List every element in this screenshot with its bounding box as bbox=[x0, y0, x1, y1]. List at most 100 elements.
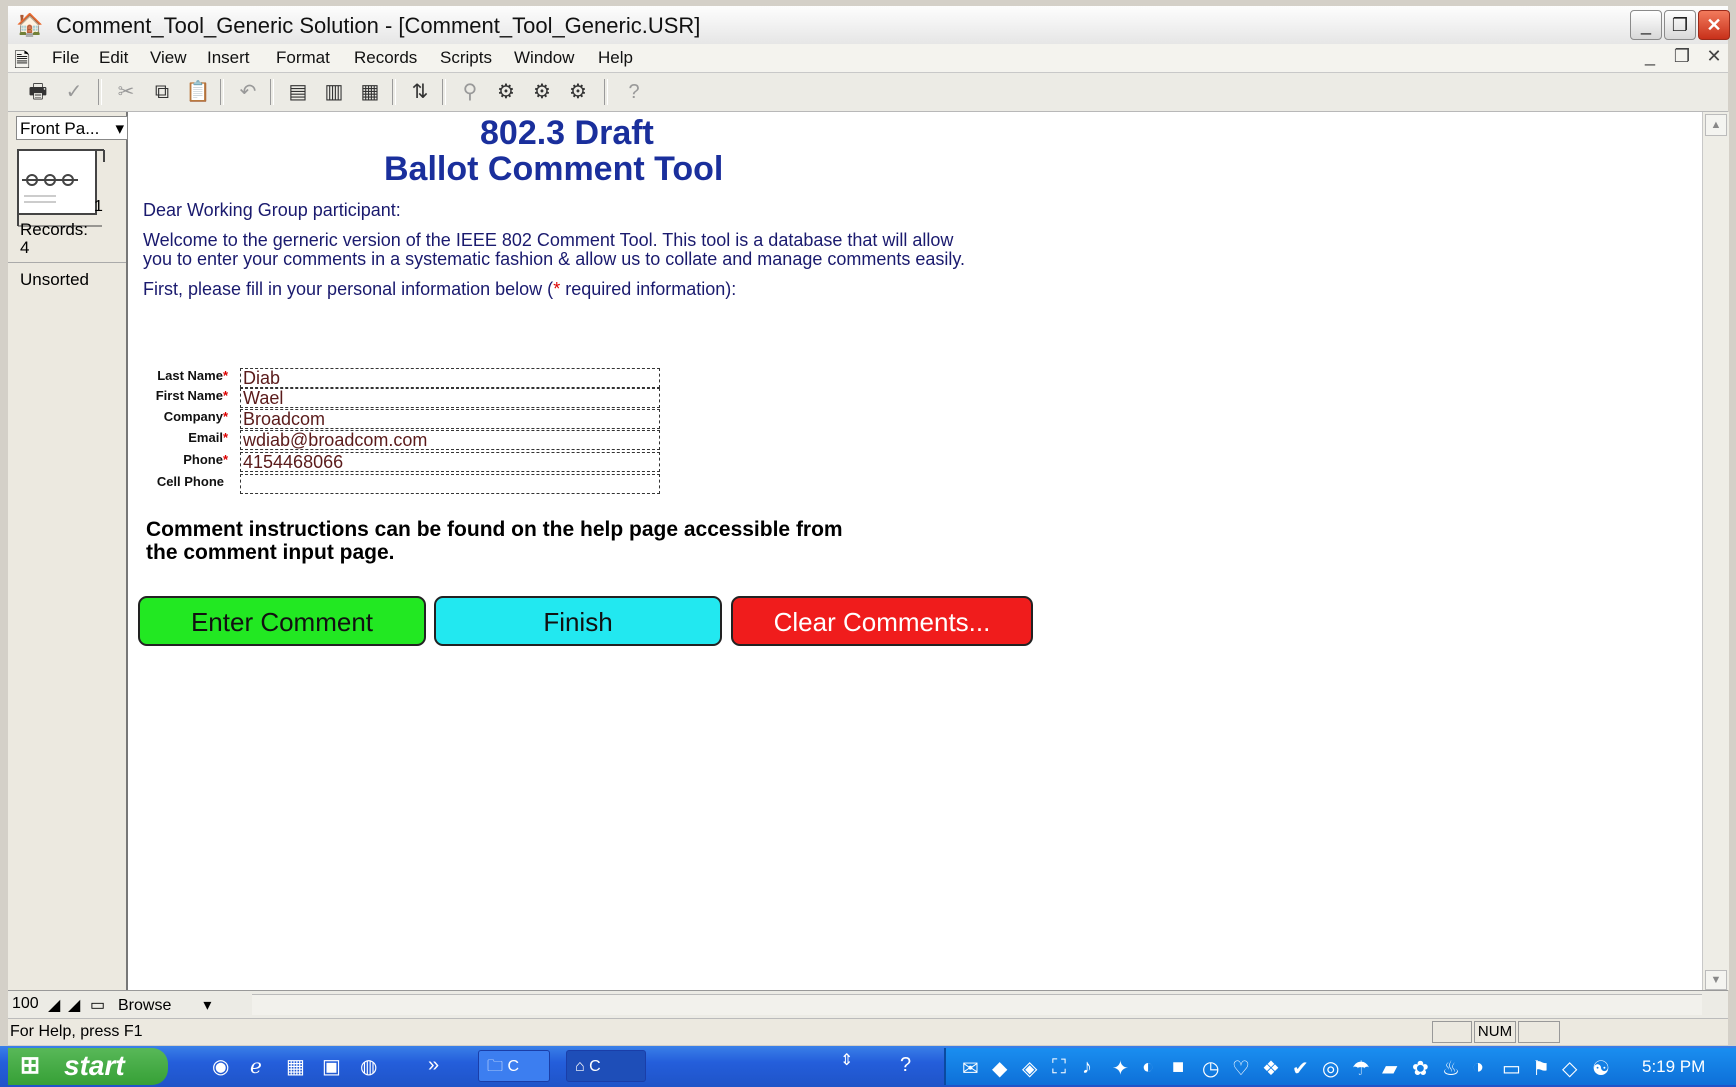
status-area-toggle-icon[interactable]: ▭ bbox=[90, 995, 105, 1015]
clock-tray-icon[interactable]: ◷ bbox=[1202, 1056, 1219, 1081]
print-icon[interactable]: 🖶 bbox=[24, 79, 52, 105]
quicklaunch-icon[interactable]: ◉ bbox=[212, 1054, 229, 1079]
delete-record-icon[interactable]: ▦ bbox=[356, 79, 384, 105]
vertical-scrollbar[interactable]: ▲ ▼ bbox=[1702, 112, 1729, 990]
start-label: start bbox=[64, 1050, 125, 1081]
taskbar-item-filemaker[interactable]: ⌂ C bbox=[566, 1050, 646, 1082]
menu-edit[interactable]: Edit bbox=[99, 48, 128, 68]
tray-app-icon[interactable]: ☂ bbox=[1352, 1056, 1370, 1081]
powerpoint-icon[interactable]: ▣ bbox=[322, 1054, 341, 1079]
filemaker-app-icon[interactable]: 🏠 bbox=[16, 12, 44, 38]
menu-records[interactable]: Records bbox=[354, 48, 417, 68]
tray-app-icon[interactable]: ✿ bbox=[1412, 1056, 1429, 1081]
tray-app-icon[interactable]: ♡ bbox=[1232, 1056, 1250, 1081]
record-book-icon[interactable] bbox=[16, 148, 106, 228]
sort-icon[interactable]: ⇅ bbox=[406, 79, 434, 105]
cell-phone-field[interactable] bbox=[240, 474, 660, 494]
finish-button[interactable]: Finish bbox=[434, 596, 722, 646]
num-lock-indicator: NUM bbox=[1474, 1021, 1516, 1043]
network-icon[interactable]: ⛶ bbox=[1052, 1056, 1066, 1079]
firefox-icon[interactable]: ◍ bbox=[360, 1054, 377, 1079]
chevron-down-icon: ▾ bbox=[203, 997, 212, 1014]
undo-icon[interactable]: ↶ bbox=[234, 79, 262, 105]
tray-app-icon[interactable]: ♨ bbox=[1442, 1056, 1460, 1081]
first-name-field[interactable]: Wael bbox=[240, 388, 660, 408]
menu-insert[interactable]: Insert bbox=[207, 48, 250, 68]
tray-app-icon[interactable]: ◑ bbox=[1472, 1056, 1484, 1079]
zoom-level[interactable]: 100 bbox=[12, 995, 39, 1013]
tray-app-icon[interactable]: ◈ bbox=[1022, 1056, 1037, 1081]
tray-app-icon[interactable]: ◎ bbox=[1322, 1056, 1339, 1081]
clock[interactable]: 5:19 PM bbox=[1642, 1057, 1705, 1077]
show-omitted-icon[interactable]: ⚙ bbox=[564, 79, 592, 105]
taskbar-item-folder[interactable]: 🗀 C bbox=[478, 1050, 550, 1082]
tray-app-icon[interactable]: ◐ bbox=[1142, 1056, 1154, 1079]
fill-in-text-end: required information): bbox=[560, 279, 737, 299]
tray-app-icon[interactable]: ❖ bbox=[1262, 1056, 1280, 1081]
duplicate-record-icon[interactable]: ▥ bbox=[320, 79, 348, 105]
tray-app-icon[interactable]: ◆ bbox=[992, 1056, 1007, 1081]
excel-icon[interactable]: ▦ bbox=[286, 1054, 305, 1079]
tray-app-icon[interactable]: ⚑ bbox=[1532, 1056, 1550, 1081]
volume-icon[interactable]: ♪ bbox=[1082, 1056, 1092, 1079]
zoom-in-icon[interactable]: ◢ bbox=[68, 995, 80, 1015]
internet-explorer-icon[interactable]: ℯ bbox=[250, 1054, 262, 1079]
menu-window[interactable]: Window bbox=[514, 48, 574, 68]
menu-file[interactable]: File bbox=[52, 48, 79, 68]
start-button[interactable]: ⊞ start bbox=[8, 1048, 168, 1085]
toolbar-separator bbox=[270, 79, 274, 105]
close-button[interactable]: ✕ bbox=[1698, 10, 1730, 40]
company-field[interactable]: Broadcom bbox=[240, 409, 660, 429]
phone-field[interactable]: 4154468066 bbox=[240, 452, 660, 472]
tray-app-icon[interactable]: ■ bbox=[1172, 1056, 1184, 1079]
scroll-down-arrow-icon[interactable]: ▼ bbox=[1705, 970, 1727, 990]
taskbar-scroll-icon[interactable]: ⇕ bbox=[840, 1050, 853, 1070]
spellcheck-icon[interactable]: ✓ bbox=[60, 79, 88, 105]
toolbar-separator bbox=[98, 79, 102, 105]
mdi-restore-button[interactable]: ❐ bbox=[1670, 46, 1694, 67]
tray-app-icon[interactable]: ✦ bbox=[1112, 1056, 1129, 1081]
help-tray-icon[interactable]: ? bbox=[900, 1054, 911, 1077]
tray-app-icon[interactable]: ✔ bbox=[1292, 1056, 1309, 1081]
windows-logo-icon: ⊞ bbox=[20, 1052, 41, 1079]
first-name-label: First Name* bbox=[155, 388, 228, 403]
paste-icon[interactable]: 📋 bbox=[184, 79, 212, 105]
copy-icon[interactable]: ⧉ bbox=[148, 79, 176, 105]
find-all-icon[interactable]: ⚙ bbox=[492, 79, 520, 105]
email-field[interactable]: wdiab@broadcom.com bbox=[240, 430, 660, 450]
new-record-icon[interactable]: ▤ bbox=[284, 79, 312, 105]
tray-app-icon[interactable]: ◇ bbox=[1562, 1056, 1577, 1081]
menu-help[interactable]: Help bbox=[598, 48, 633, 68]
layout-bottom-bar: 100 ◢ ◢ ▭ Browse ▾ bbox=[8, 990, 1728, 1019]
last-name-field[interactable]: Diab bbox=[240, 368, 660, 388]
tray-app-icon[interactable]: ☯ bbox=[1592, 1056, 1610, 1081]
minimize-button[interactable]: _ bbox=[1630, 10, 1662, 40]
find-icon[interactable]: ⚲ bbox=[456, 79, 484, 105]
status-area: Front Pa... ▾ 1 Records: 4 Unsorted bbox=[8, 112, 128, 992]
omit-icon[interactable]: ⚙ bbox=[528, 79, 556, 105]
clear-comments-button[interactable]: Clear Comments... bbox=[731, 596, 1033, 646]
menu-scripts[interactable]: Scripts bbox=[440, 48, 492, 68]
layout-dropdown[interactable]: Front Pa... ▾ bbox=[16, 116, 128, 140]
restore-button[interactable]: ❐ bbox=[1664, 10, 1696, 40]
tray-app-icon[interactable]: ▰ bbox=[1382, 1056, 1397, 1081]
menu-format[interactable]: Format bbox=[276, 48, 330, 68]
mdi-close-button[interactable]: ✕ bbox=[1702, 46, 1726, 67]
title-bar: 🏠 Comment_Tool_Generic Solution - [Comme… bbox=[8, 6, 1730, 45]
phone-label: Phone* bbox=[183, 452, 228, 467]
zoom-out-icon[interactable]: ◢ bbox=[48, 995, 60, 1015]
scroll-up-arrow-icon[interactable]: ▲ bbox=[1705, 114, 1727, 136]
tray-app-icon[interactable]: ▭ bbox=[1502, 1056, 1521, 1081]
mail-icon[interactable]: ✉ bbox=[962, 1056, 979, 1081]
menu-view[interactable]: View bbox=[150, 48, 187, 68]
enter-comment-button[interactable]: Enter Comment bbox=[138, 596, 426, 646]
cut-icon[interactable]: ✂ bbox=[112, 79, 140, 105]
horizontal-scrollbar[interactable] bbox=[252, 994, 1702, 1015]
welcome-text-line1: Welcome to the gerneric version of the I… bbox=[143, 230, 954, 250]
company-label: Company* bbox=[163, 409, 228, 424]
mdi-minimize-button[interactable]: _ bbox=[1638, 46, 1662, 67]
menu-bar: 🗎 File Edit View Insert Format Records S… bbox=[8, 44, 1728, 73]
chevron-right-icon[interactable]: » bbox=[428, 1054, 439, 1077]
mode-dropdown[interactable]: Browse ▾ bbox=[118, 995, 211, 1015]
help-icon[interactable]: ? bbox=[620, 79, 648, 105]
